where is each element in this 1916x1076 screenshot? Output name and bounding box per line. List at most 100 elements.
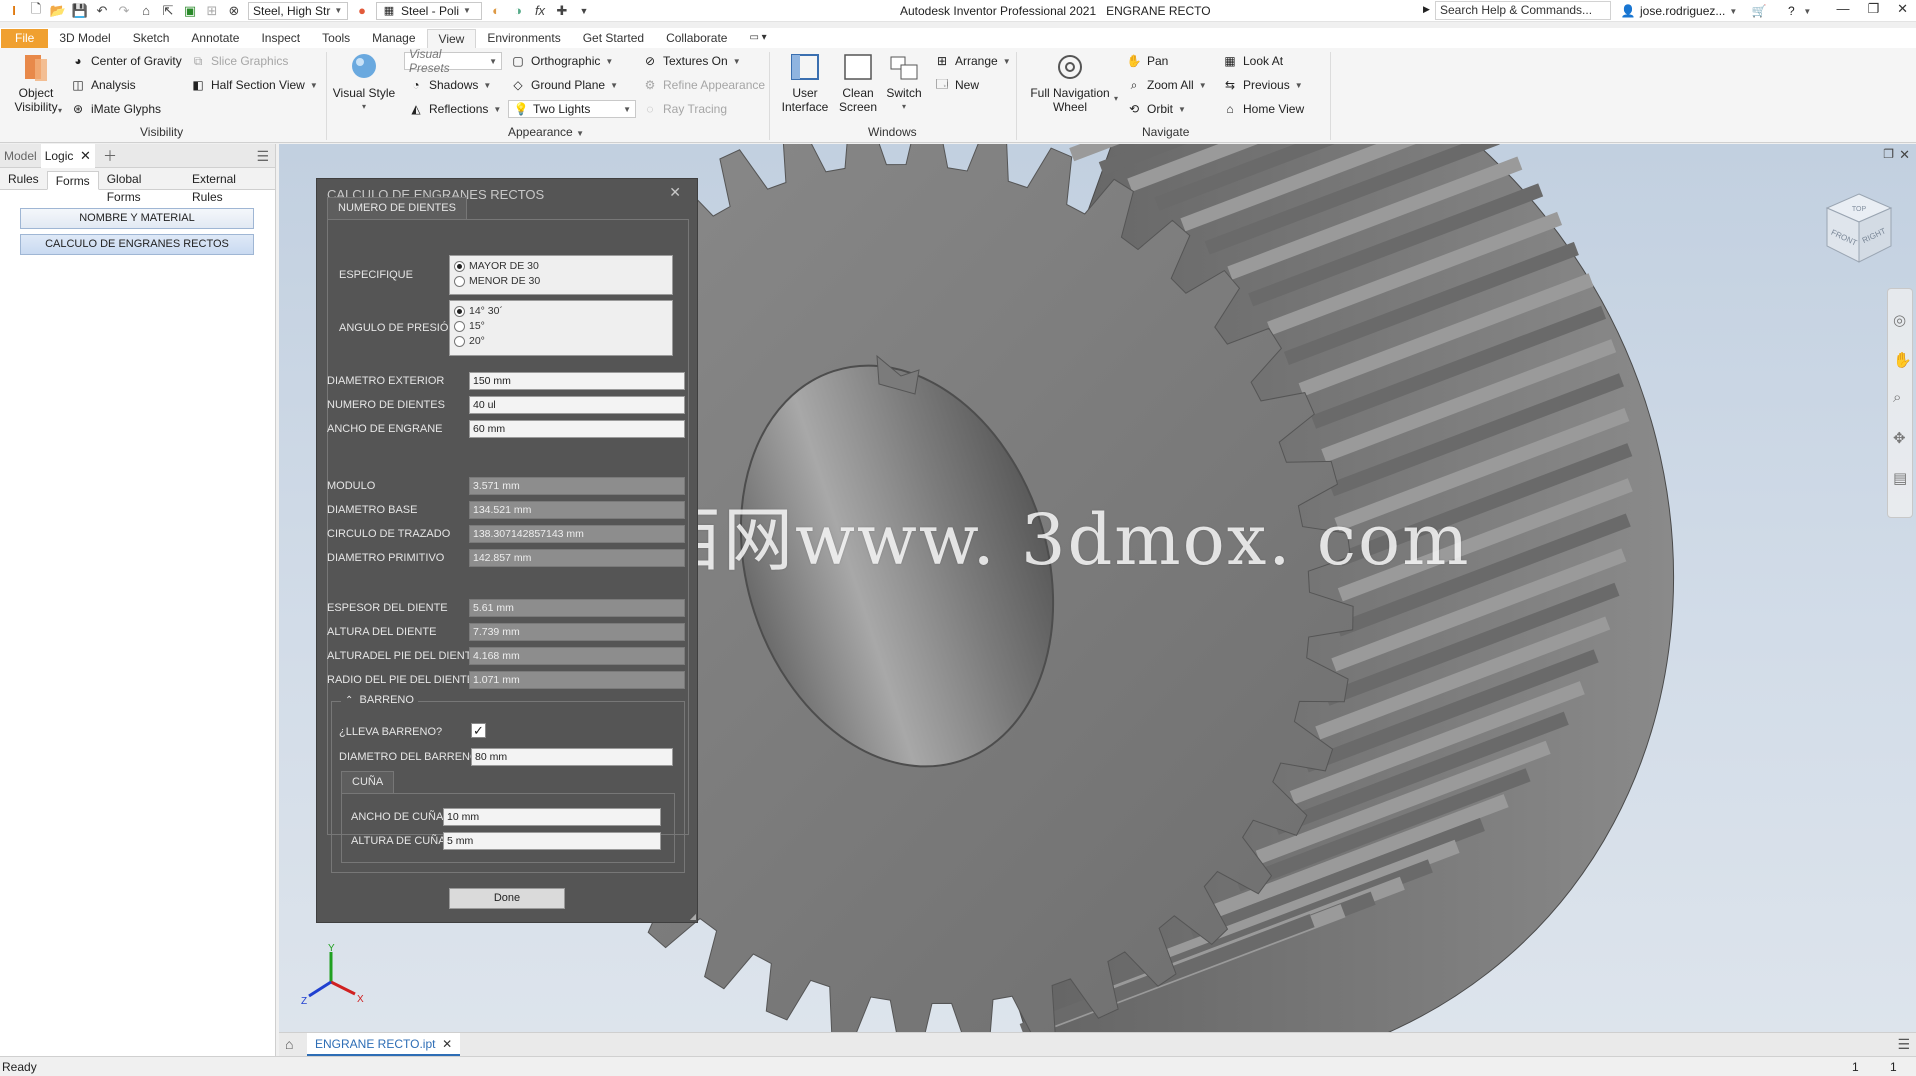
viewcube[interactable]: TOP FRONT RIGHT: [1819, 188, 1899, 278]
cuna-tab[interactable]: CUÑA: [341, 771, 395, 793]
tab-forms[interactable]: Forms: [46, 171, 99, 190]
clear-appearance-icon[interactable]: ◑: [510, 3, 526, 19]
cancel-icon[interactable]: ⊗: [226, 3, 242, 19]
tab-collaborate[interactable]: Collaborate: [655, 29, 738, 48]
shadows-button[interactable]: ◔ Shadows ▼: [408, 77, 491, 93]
new-window-button[interactable]: 🗔 New: [934, 77, 979, 93]
customize-dropdown-icon[interactable]: ▼: [576, 3, 592, 19]
refine-appearance-button[interactable]: ⚙ Refine Appearance: [642, 77, 765, 93]
restore-icon[interactable]: ❐: [1867, 1, 1879, 17]
tab-external-rules[interactable]: External Rules: [184, 170, 275, 204]
tab-global-forms[interactable]: Global Forms: [99, 170, 184, 204]
orthographic-button[interactable]: ▢ Orthographic ▼: [510, 53, 613, 69]
object-visibility-button[interactable]: Object Visibility ▾: [10, 52, 62, 115]
measure-icon[interactable]: ⊞: [204, 3, 220, 19]
barreno-header[interactable]: ⌃ BARRENO: [341, 694, 418, 706]
radio-angulo-20[interactable]: 20°: [454, 335, 485, 347]
tab-sketch[interactable]: Sketch: [122, 29, 181, 48]
user-account[interactable]: 👤 jose.rodriguez... ▼ 🛒 ? ▼: [1620, 3, 1812, 19]
arrange-button[interactable]: ⊞ Arrange ▼: [934, 53, 1011, 69]
open-file-icon[interactable]: 📂: [50, 3, 66, 19]
analysis-button[interactable]: ◫ Analysis: [70, 77, 135, 93]
select-icon[interactable]: ⇱: [160, 3, 176, 19]
tab-logic[interactable]: Logic ✕: [40, 143, 95, 168]
reflections-button[interactable]: ◭ Reflections ▼: [408, 101, 501, 117]
form-nombre-y-material-button[interactable]: NOMBRE Y MATERIAL: [20, 208, 254, 229]
material-combo[interactable]: Steel, High Str ▼: [248, 1, 348, 20]
visual-style-button[interactable]: Visual Style ▾: [332, 52, 396, 114]
ancho-engrane-input[interactable]: 60 mm: [469, 420, 685, 438]
done-button[interactable]: Done: [449, 888, 565, 909]
visual-presets-combo[interactable]: Visual Presets ▼: [404, 47, 502, 75]
close-icon[interactable]: ✕: [442, 1037, 452, 1051]
search-expand-icon[interactable]: ▶: [1423, 4, 1430, 15]
switch-button[interactable]: Switch ▾: [882, 52, 926, 114]
ground-plane-button[interactable]: ◇ Ground Plane ▼: [510, 77, 618, 93]
tab-model[interactable]: Model: [0, 144, 41, 168]
new-file-icon[interactable]: 🗋: [28, 1, 44, 19]
clean-screen-button[interactable]: Clean Screen: [834, 52, 882, 114]
steering-wheel-icon[interactable]: ◎: [1893, 311, 1906, 329]
redo-icon[interactable]: ↷: [116, 3, 132, 19]
tab-environments[interactable]: Environments: [476, 29, 571, 48]
radio-angulo-15[interactable]: 15°: [454, 320, 485, 332]
altura-cuna-input[interactable]: 5 mm: [443, 832, 661, 850]
save-icon[interactable]: 💾: [72, 3, 88, 19]
zoom-icon[interactable]: ⌕: [1893, 389, 1901, 406]
resize-grip-icon[interactable]: ◢: [690, 912, 696, 921]
lleva-barreno-checkbox[interactable]: ✓: [471, 723, 486, 738]
add-icon[interactable]: ✚: [554, 3, 570, 19]
numero-dientes-input[interactable]: 40 ul: [469, 396, 685, 414]
pan-button[interactable]: ✋ Pan: [1126, 53, 1169, 69]
tab-file[interactable]: File: [1, 29, 49, 48]
user-interface-button[interactable]: User Interface: [780, 52, 830, 114]
ribbon-options-button[interactable]: ▭ ▾: [738, 29, 777, 48]
tab-manage[interactable]: Manage: [361, 29, 426, 48]
cart-icon[interactable]: 🛒: [1751, 3, 1767, 19]
diametro-exterior-input[interactable]: 150 mm: [469, 372, 685, 390]
zoom-all-button[interactable]: ⌕ Zoom All ▼: [1126, 77, 1207, 93]
home-icon[interactable]: ⌂: [138, 3, 154, 19]
full-navigation-wheel-button[interactable]: Full Navigation Wheel ▾: [1026, 52, 1118, 114]
document-menu-icon[interactable]: ☰: [1897, 1036, 1910, 1053]
tab-get-started[interactable]: Get Started: [572, 29, 655, 48]
center-of-gravity-button[interactable]: ◕ Center of Gravity: [70, 53, 181, 69]
viewcube-top-label[interactable]: TOP: [1852, 206, 1867, 213]
radio-menor-de-30[interactable]: MENOR DE 30: [454, 275, 540, 287]
close-icon[interactable]: ✕: [1897, 1, 1908, 17]
adjust-appearance-icon[interactable]: ◐: [488, 3, 504, 19]
half-section-view-button[interactable]: ◧ Half Section View ▼: [190, 77, 317, 93]
close-icon[interactable]: ✕: [669, 184, 681, 201]
tab-inspect[interactable]: Inspect: [250, 29, 311, 48]
orbit-icon[interactable]: ✥: [1893, 429, 1906, 447]
document-tab-engrane-recto[interactable]: ENGRANE RECTO.ipt ✕: [307, 1033, 461, 1056]
maximize-viewport-icon[interactable]: ❐: [1883, 147, 1894, 161]
imate-glyphs-button[interactable]: ⊛ iMate Glyphs: [70, 101, 161, 117]
slice-graphics-button[interactable]: ⧉ Slice Graphics: [190, 53, 289, 69]
pan-hand-icon[interactable]: ✋: [1893, 351, 1912, 369]
tab-annotate[interactable]: Annotate: [180, 29, 250, 48]
parameters-fx-icon[interactable]: fx: [532, 3, 548, 19]
ancho-cuna-input[interactable]: 10 mm: [443, 808, 661, 826]
help-icon[interactable]: ?: [1783, 3, 1799, 19]
home-icon[interactable]: ⌂: [285, 1036, 293, 1052]
orbit-button[interactable]: ⟲ Orbit ▼: [1126, 101, 1186, 117]
numero-dientes-tab[interactable]: NUMERO DE DIENTES: [327, 197, 467, 219]
previous-view-button[interactable]: ⇆ Previous ▼: [1222, 77, 1303, 93]
close-icon[interactable]: ✕: [80, 148, 91, 163]
ray-tracing-button[interactable]: ◌ Ray Tracing: [642, 101, 727, 117]
tab-3d-model[interactable]: 3D Model: [48, 29, 121, 48]
lighting-combo[interactable]: 💡 Two Lights ▼: [508, 100, 636, 118]
close-icon[interactable]: ✕: [1899, 147, 1910, 163]
home-view-button[interactable]: ⌂ Home View: [1222, 101, 1304, 117]
appearance-combo[interactable]: ▦ Steel - Poli ▼: [376, 1, 482, 20]
diametro-barreno-input[interactable]: 80 mm: [471, 748, 673, 766]
radio-mayor-de-30[interactable]: MAYOR DE 30: [454, 260, 539, 272]
look-at-icon[interactable]: ▤: [1893, 469, 1907, 487]
radio-angulo-14-30[interactable]: 14° 30´: [454, 305, 503, 317]
minimize-icon[interactable]: —: [1836, 1, 1849, 17]
help-search-input[interactable]: Search Help & Commands...: [1435, 1, 1611, 20]
form-calculo-engranes-button[interactable]: CALCULO DE ENGRANES RECTOS: [20, 234, 254, 255]
textures-on-button[interactable]: ⊘ Textures On ▼: [642, 53, 741, 69]
tab-view[interactable]: View: [426, 29, 477, 48]
